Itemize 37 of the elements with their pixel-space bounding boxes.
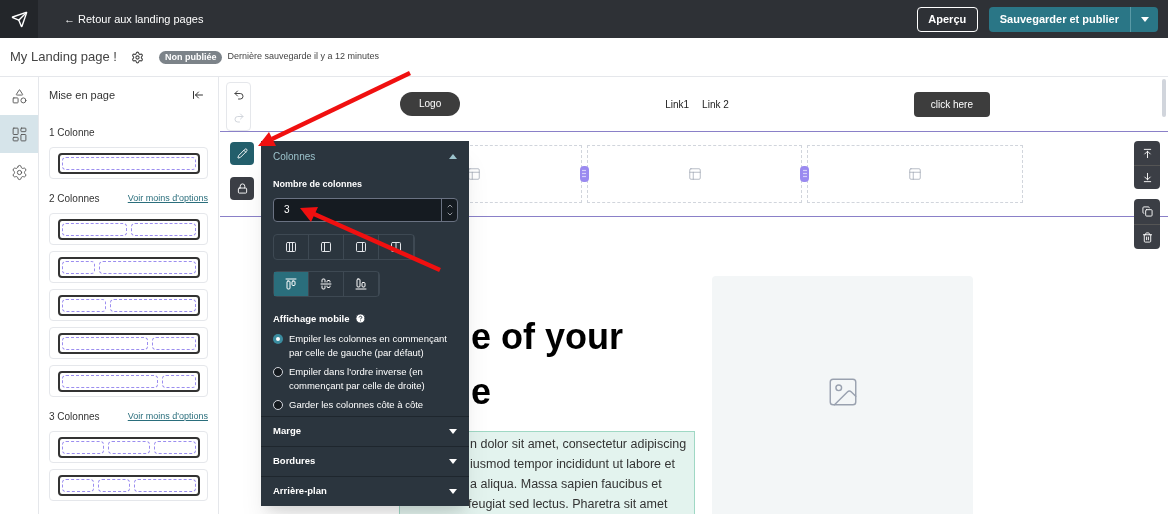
body-text: a aliqua. Massa sapien faucibus et	[470, 476, 663, 493]
section-title: Bordures	[273, 454, 316, 469]
body-text: feugiat sed lectus. Pharetra sit amet	[468, 496, 669, 513]
accordion-header[interactable]: Arrière-plan	[261, 476, 469, 506]
show-less-link[interactable]: Voir moins d'options	[127, 191, 208, 206]
accordion-header[interactable]: Colonnes	[261, 141, 469, 171]
radio-option[interactable]: Garder les colonnes côte à côte	[273, 397, 457, 412]
accordion-header[interactable]: Bordures	[261, 446, 469, 476]
preview-button[interactable]: Aperçu	[916, 6, 978, 32]
radio-option[interactable]: Empiler dans l'ordre inverse (en commençant par celle de droite)	[273, 364, 457, 393]
section-title: Colonnes	[273, 149, 316, 164]
cta-button[interactable]: click here	[913, 91, 990, 117]
sidebar-title: Mise en page	[49, 87, 116, 103]
show-less-link[interactable]: Voir moins d'options	[127, 409, 208, 424]
last-saved-text: Dernière sauvegarde il y a 12 minutes	[227, 50, 380, 64]
field-label: Nombre de colonnes	[273, 178, 363, 191]
body-text: n dolor sit amet, consectetur adipiscing	[470, 436, 688, 453]
publish-button[interactable]: Sauvegarder et publier	[988, 6, 1131, 32]
section-title: Arrière-plan	[273, 484, 327, 499]
radio-label: Empiler dans l'ordre inverse (en commençant par celle de droite)	[289, 364, 426, 393]
group-heading: 3 Colonnes	[49, 410, 100, 424]
radio-label: Garder les colonnes côte à côte	[289, 397, 424, 412]
body-text: iusmod tempor incididunt ut labore et	[470, 456, 676, 473]
back-link[interactable]: ← Retour aux landing pages	[64, 10, 204, 28]
page-title: My Landing page !	[10, 48, 117, 67]
group-heading: 1 Colonne	[49, 126, 95, 140]
hero-heading: e of your	[471, 315, 624, 359]
mobile-display-label: Affichage mobile	[273, 311, 350, 326]
nav-link[interactable]: Link 2	[702, 96, 729, 112]
column-count-field[interactable]: 3	[273, 197, 458, 222]
nav-link[interactable]: Link1	[665, 96, 690, 112]
hero-heading: e	[471, 370, 493, 414]
group-heading: 2 Colonnes	[49, 192, 100, 206]
status-badge: Non publiée	[158, 50, 223, 64]
accordion-header[interactable]: Marge	[261, 416, 469, 446]
section-title: Marge	[273, 424, 301, 439]
logo-pill: Logo	[400, 92, 461, 116]
